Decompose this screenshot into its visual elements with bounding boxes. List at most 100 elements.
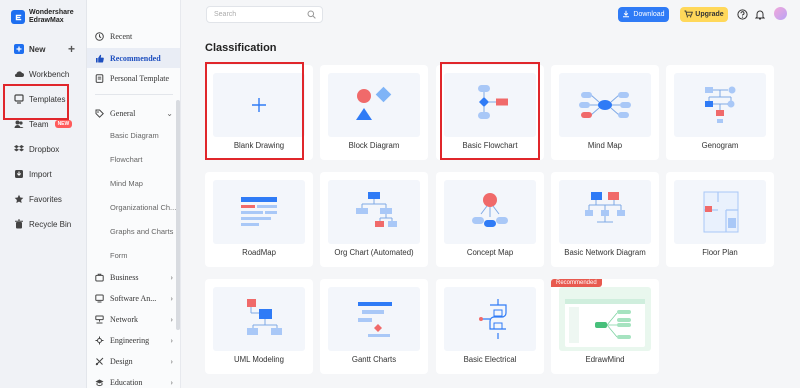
subcat-graphs-and-charts[interactable]: Graphs and Charts	[110, 227, 176, 236]
search-placeholder: Search	[214, 11, 237, 18]
trash-icon	[14, 219, 24, 229]
search-icon	[307, 10, 316, 21]
new-icon	[14, 44, 24, 54]
subcat-mind-map[interactable]: Mind Map	[110, 179, 176, 188]
top-bar: Search Download Upgrade	[181, 0, 800, 30]
upgrade-button[interactable]: Upgrade	[680, 7, 728, 22]
subcat-form[interactable]: Form	[110, 251, 176, 260]
card-thumbnail	[674, 73, 766, 137]
cat-business[interactable]: Business ›	[95, 267, 181, 287]
card-thumbnail	[328, 180, 420, 244]
cat-label: Education	[110, 377, 143, 387]
template-card-block-diagram[interactable]: Block Diagram	[320, 65, 428, 160]
template-card-roadmap[interactable]: RoadMap	[205, 172, 313, 267]
cart-icon	[684, 10, 694, 20]
brand-line-2: EdrawMax	[29, 17, 64, 24]
design-icon	[95, 357, 104, 366]
cat-software[interactable]: Software An... ›	[95, 288, 181, 308]
add-icon[interactable]: +	[68, 42, 75, 56]
cloud-icon	[14, 69, 24, 79]
card-thumbnail	[328, 287, 420, 351]
nav-label: Workbench	[29, 69, 70, 79]
card-label: UML Modeling	[234, 355, 284, 364]
import-icon	[14, 169, 24, 179]
cat-label: Recent	[110, 31, 133, 41]
edrawmax-logo-icon	[11, 10, 25, 24]
category-column: Recent Recommended Personal Template Gen…	[87, 0, 181, 388]
card-label: Block Diagram	[348, 141, 400, 150]
cat-label: Network	[110, 314, 138, 324]
nav-recycle-bin[interactable]: Recycle Bin	[0, 214, 87, 234]
cat-engineering[interactable]: Engineering ›	[95, 330, 181, 350]
download-icon	[622, 10, 630, 20]
cat-recommended[interactable]: Recommended	[87, 48, 180, 68]
nav-label: Favorites	[29, 194, 62, 204]
chevron-down-icon[interactable]: ⌄	[166, 109, 173, 118]
highlight-frame-blank-drawing	[205, 62, 304, 160]
nav-import[interactable]: Import	[0, 164, 87, 184]
block-diagram-icon	[356, 86, 392, 120]
chevron-right-icon[interactable]: ›	[170, 315, 173, 324]
user-avatar[interactable]	[774, 7, 787, 20]
template-card-concept-map[interactable]: Concept Map	[436, 172, 544, 267]
chevron-right-icon[interactable]: ›	[170, 336, 173, 345]
upgrade-label: Upgrade	[695, 11, 724, 18]
download-label: Download	[633, 11, 665, 18]
card-label: Org Chart (Automated)	[334, 248, 414, 257]
cat-network[interactable]: Network ›	[95, 309, 181, 329]
cat-design[interactable]: Design ›	[95, 351, 181, 371]
subcat-organizational-chart[interactable]: Organizational Ch...	[110, 203, 176, 212]
search-input[interactable]: Search	[206, 6, 323, 23]
chevron-right-icon[interactable]: ›	[170, 273, 173, 282]
cat-label: General	[110, 108, 136, 118]
app-logo[interactable]: Wondershare EdrawMax	[11, 9, 74, 25]
business-icon	[95, 273, 104, 282]
template-card-uml-modeling[interactable]: UML Modeling	[205, 279, 313, 374]
template-card-edrawmind[interactable]: Recommended EdrawMind	[551, 279, 659, 374]
education-icon	[95, 378, 104, 387]
template-card-genogram[interactable]: Genogram	[666, 65, 774, 160]
genogram-icon	[705, 86, 736, 123]
cat-label: Personal Template	[110, 73, 170, 83]
card-thumbnail	[444, 287, 536, 351]
nav-label: Recycle Bin	[29, 219, 72, 229]
category-scrollbar[interactable]	[176, 100, 180, 330]
nav-dropbox[interactable]: Dropbox	[0, 139, 87, 159]
category-divider	[95, 94, 173, 95]
cat-recent[interactable]: Recent	[95, 26, 181, 46]
template-card-floor-plan[interactable]: Floor Plan	[666, 172, 774, 267]
card-label: Concept Map	[466, 248, 514, 257]
nav-favorites[interactable]: Favorites	[0, 189, 87, 209]
floor-plan-icon	[703, 191, 739, 233]
cat-general[interactable]: General ⌄	[95, 103, 181, 123]
network-icon	[95, 315, 104, 324]
card-label: EdrawMind	[585, 355, 625, 364]
help-icon[interactable]	[736, 8, 748, 20]
template-card-gantt-charts[interactable]: Gantt Charts	[320, 279, 428, 374]
cat-label: Design	[110, 356, 133, 366]
new-label: New	[29, 44, 46, 54]
star-icon	[14, 194, 24, 204]
brand-name: Wondershare EdrawMax	[29, 9, 74, 25]
subcat-basic-diagram[interactable]: Basic Diagram	[110, 131, 176, 140]
template-card-mind-map[interactable]: Mind Map	[551, 65, 659, 160]
chevron-right-icon[interactable]: ›	[170, 357, 173, 366]
template-card-basic-network-diagram[interactable]: Basic Network Diagram	[551, 172, 659, 267]
chevron-right-icon[interactable]: ›	[170, 378, 173, 387]
bell-icon[interactable]	[754, 8, 766, 20]
roadmap-icon	[241, 197, 277, 226]
chevron-right-icon[interactable]: ›	[170, 294, 173, 303]
new-button[interactable]: New +	[0, 39, 87, 59]
template-card-org-chart[interactable]: Org Chart (Automated)	[320, 172, 428, 267]
template-card-basic-electrical[interactable]: Basic Electrical	[436, 279, 544, 374]
nav-workbench[interactable]: Workbench	[0, 64, 87, 84]
card-label: Basic Electrical	[463, 355, 517, 364]
brand-line-1: Wondershare	[29, 9, 74, 16]
nav-label: Dropbox	[29, 144, 60, 154]
network-diagram-icon	[585, 192, 625, 223]
cat-label: Software An...	[110, 293, 157, 303]
subcat-flowchart[interactable]: Flowchart	[110, 155, 176, 164]
download-button[interactable]: Download	[618, 7, 669, 22]
cat-personal-template[interactable]: Personal Template	[95, 68, 181, 88]
cat-education[interactable]: Education ›	[95, 372, 181, 388]
